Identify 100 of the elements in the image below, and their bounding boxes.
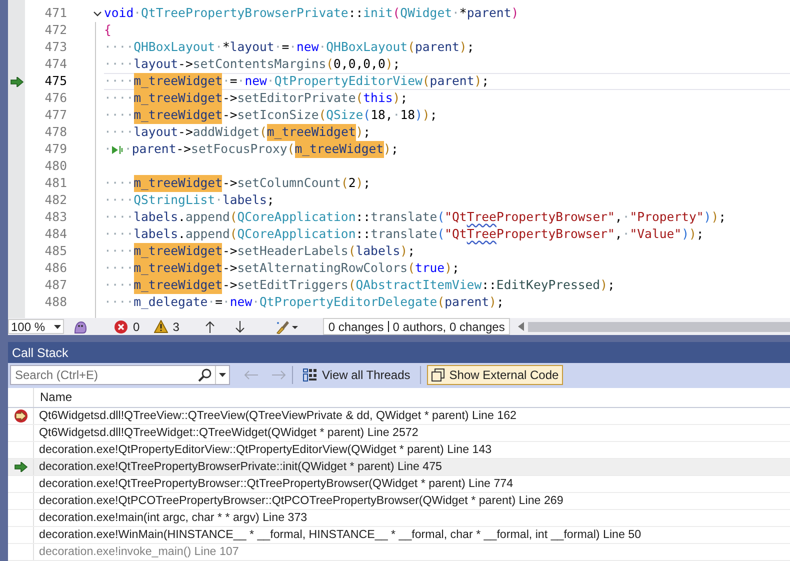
highlighted-reference: m_treeWidget [134,90,222,107]
call-stack-row[interactable]: Qt6Widgetsd.dll!QTreeView::QTreeView(QTreeViewPrivate & dd, QWidget * parent) Line 162 [8,408,790,426]
code-token: ; [430,107,438,124]
dropdown-caret-icon[interactable] [54,324,61,328]
code-token: ) [356,124,364,141]
scroll-left-icon[interactable] [518,322,524,331]
code-token: -> [222,175,238,192]
code-token: ) [444,260,452,277]
down-arrow-icon[interactable] [235,320,246,332]
code-token: new [296,39,319,56]
run-to-click-icon[interactable] [111,144,124,154]
code-token: ; [392,56,400,73]
code-token: -> [222,260,238,277]
code-token: QHBoxLayout [326,39,408,56]
whitespace-marker: · [215,192,222,209]
code-token: append [185,209,230,226]
code-token: setFocusProxy [191,141,288,158]
code-token: ; [482,73,490,90]
code-token: ) [704,209,712,226]
code-token: ) [422,107,430,124]
zoom-dropdown[interactable]: 100 % [8,319,64,334]
frame-text: decoration.exe!QtTreePropertyBrowserPrivate::init(QWidget * parent) Line 475 [38,459,442,476]
code-token: layout [230,39,274,56]
code-token: ) [600,277,608,294]
frame-text: decoration.exe!invoke_main() Line 107 [38,544,239,560]
whitespace-marker: ···· [104,277,134,294]
line-number: 484 [44,226,67,243]
code-token: = [230,73,238,90]
frame-text: Qt6Widgetsd.dll!QTreeView::QTreeView(QTreeViewPrivate & dd, QWidget * parent) Line 162 [38,408,516,424]
up-arrow-icon[interactable] [205,320,216,332]
code-token: , [614,209,622,226]
warning-count: 3 [172,320,180,334]
code-token: 18 [400,107,415,124]
call-stack-row[interactable]: decoration.exe!QtTreePropertyBrowser::QtTreePropertyBrowser(QWidget * parent) Line 774 [8,476,790,494]
scrollbar-thumb[interactable] [528,322,790,332]
code-token: ( [348,277,356,294]
code-token: setEditTriggers [237,277,348,294]
code-token: 2 [348,175,356,192]
code-token: PropertyBrowser" [496,209,615,226]
code-token: = [282,39,290,56]
code-token: ; [718,209,726,226]
code-token: ; [408,243,415,260]
column-header[interactable]: Name [34,388,72,408]
code-token: parent [444,294,490,311]
code-token: ) [711,209,719,226]
code-token: -> [222,243,238,260]
code-token: . [178,226,186,243]
whitespace-marker: · [222,73,230,90]
line-number: 485 [44,243,67,260]
highlighted-reference: m_treeWidget [294,141,384,158]
code-token: ) [682,226,689,243]
code-token: ( [422,73,430,90]
search-field[interactable]: Search (Ctrl+E) [11,368,198,382]
code-token: ( [287,141,295,158]
code-token: setIconSize [237,107,319,124]
code-token: ( [437,209,445,226]
code-token: PropertyBrowser" [496,226,615,243]
call-stack-row[interactable]: Qt6Widgetsd.dll!QTreeWidget::QTreeWidget(QWidget * parent) Line 2572 [8,425,790,442]
highlighted-reference: m_treeWidget [134,243,222,260]
code-token: parent [132,141,176,158]
code-token: :: [348,5,364,22]
error-icon[interactable] [114,320,128,334]
changes-indicator[interactable]: 0 changes 0 authors, 0 changes [323,318,510,335]
show-external-code-button[interactable]: Show External Code [427,365,563,386]
dropdown-caret-icon[interactable] [219,373,226,378]
collapse-chevron-icon[interactable] [93,10,102,16]
search-box[interactable]: Search (Ctrl+E) [10,365,230,386]
whitespace-marker: · [274,39,282,56]
call-stack-row[interactable]: decoration.exe!main(int argc, char * * argv) Line 373 [8,510,790,528]
mascot-icon[interactable] [72,320,88,334]
brush-icon[interactable] [275,320,300,334]
code-token: parent [466,5,512,22]
code-token: ( [230,209,238,226]
code-token: { [104,22,112,39]
call-stack-row[interactable]: decoration.exe!QtPCOTreePropertyBrowser::QtPCOTreePropertyBrowser(QWidget * parent) Line 269 [8,493,790,510]
line-number: 482 [44,192,67,209]
code-token: QCoreApplication [237,226,356,243]
code-token: ) [474,73,482,90]
code-token: labels [134,226,178,243]
code-token: ) [385,56,393,73]
code-token: , [385,107,393,124]
whitespace-marker: · [222,294,230,311]
search-icon[interactable] [198,368,212,382]
line-number: 474 [44,56,67,73]
code-token: setEditorPrivate [237,90,356,107]
line-number: 473 [44,39,67,56]
highlighted-reference: m_treeWidget [134,277,222,294]
call-stack-row[interactable]: decoration.exe!QtTreePropertyBrowserPrivate::init(QWidget * parent) Line 475 [8,459,790,476]
warning-icon[interactable] [154,320,168,333]
code-token: QtTreePropertyBrowserPrivate [141,5,348,22]
code-token: "Value" [630,226,682,243]
code-token: ) [489,294,496,311]
whitespace-marker: · [266,73,274,90]
code-token: 0,0,0,0 [334,56,386,73]
view-all-threads-button[interactable]: View all Threads [299,365,414,386]
whitespace-marker: · [134,5,142,22]
whitespace-marker: · [452,5,460,22]
code-token: ) [384,141,391,158]
frame-text: decoration.exe!main(int argc, char * * argv) Line 373 [38,510,308,526]
call-stack-row[interactable]: decoration.exe!WinMain(HINSTANCE__ * __formal, HINSTANCE__ * __formal, char * __formal, int __formal) Line 50 [8,527,790,544]
